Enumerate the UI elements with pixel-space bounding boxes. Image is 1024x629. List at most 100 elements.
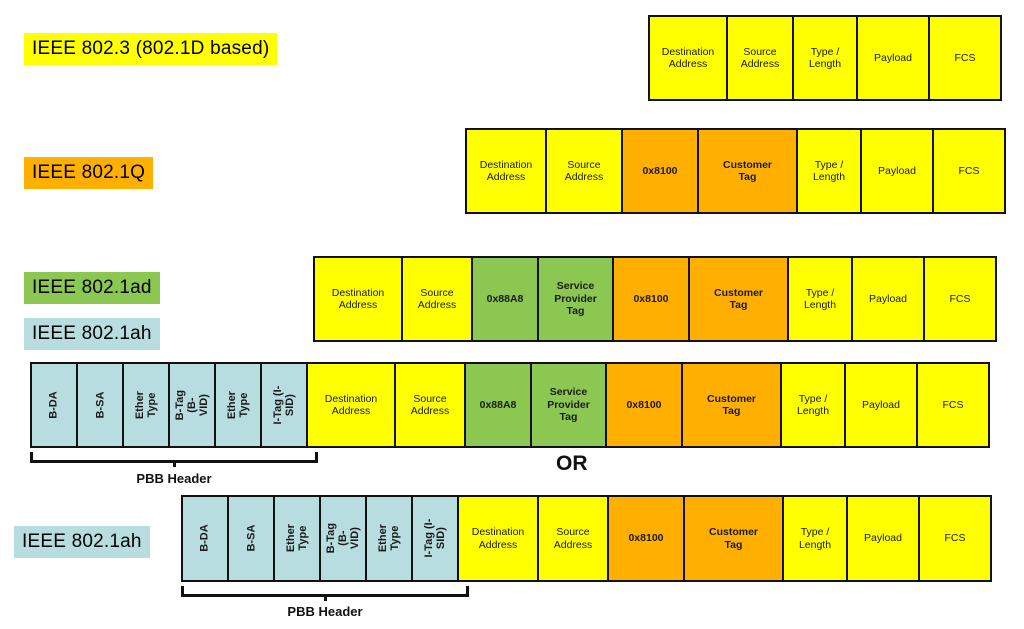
frame-row-ieee-802-1q: Destination Address Source Address 0x8100 C… — [465, 128, 1006, 214]
field-label: Ether Type — [284, 524, 309, 553]
field-ethertype-8100: 0x8100 — [612, 256, 690, 342]
frame-row-ieee-802-1ah-bottom: B-DA B-SA Ether Type B-Tag (B- VID) Ether Ty… — [181, 495, 992, 582]
standard-label-ieee-802-1ah-top: IEEE 802.1ah — [24, 318, 160, 350]
field-label: FCS — [949, 292, 971, 305]
field-label: Type / Length — [798, 526, 832, 551]
field-label: Source Address — [417, 286, 457, 311]
field-label: B-SA — [244, 525, 257, 552]
field-b-tag: B-Tag (B- VID) — [319, 495, 367, 582]
field-payload: Payload — [846, 495, 920, 582]
field-label: Destination Address — [471, 526, 525, 551]
field-label: Destination Address — [479, 158, 533, 183]
bracket-pbb-header-bottom — [181, 586, 469, 601]
field-label: I-Tag (I-SID) — [271, 385, 296, 425]
field-payload: Payload — [860, 128, 934, 214]
field-label: Type / Length — [812, 158, 846, 183]
field-label: Customer Tag — [708, 526, 758, 551]
field-label: Customer Tag — [713, 286, 763, 311]
field-type-length: Type / Length — [780, 362, 846, 448]
field-label: B-Tag (B- VID) — [324, 523, 362, 554]
field-ether-type-1: Ether Type — [122, 362, 170, 448]
standard-label-ieee-802-3: IEEE 802.3 (802.1D based) — [24, 33, 278, 65]
field-ethertype-8100: 0x8100 — [605, 362, 683, 448]
field-label: B-DA — [47, 391, 60, 419]
field-label: Source Address — [410, 392, 450, 417]
field-label: 0x8100 — [628, 532, 664, 545]
field-type-length: Type / Length — [792, 15, 858, 101]
field-destination-address: Destination Address — [306, 362, 396, 448]
field-destination-address: Destination Address — [457, 495, 539, 582]
field-label: Destination Address — [324, 392, 378, 417]
field-label: Ether Type — [225, 390, 250, 420]
frame-row-ieee-802-1ah-top: B-DA B-SA Ether Type B-Tag (B- VID) Ether Ty… — [30, 362, 990, 448]
field-label: Payload — [869, 292, 907, 305]
bracket-pbb-header-top — [30, 452, 318, 467]
field-customer-tag: Customer Tag — [688, 256, 789, 342]
field-label: B-Tag (B- VID) — [173, 389, 211, 421]
field-label: Type / Length — [803, 286, 837, 311]
field-b-da: B-DA — [181, 495, 229, 582]
field-label: Payload — [878, 164, 916, 177]
field-service-provider-tag: Service Provider Tag — [530, 362, 607, 448]
field-i-tag: I-Tag (I-SID) — [260, 362, 308, 448]
field-ethertype-8100: 0x8100 — [621, 128, 699, 214]
field-customer-tag: Customer Tag — [681, 362, 782, 448]
field-destination-address: Destination Address — [648, 15, 728, 101]
bracket-label-pbb-header-bottom: PBB Header — [287, 604, 363, 619]
field-label: Ether Type — [376, 524, 401, 553]
field-label: Source Address — [740, 45, 780, 70]
field-type-length: Type / Length — [782, 495, 848, 582]
bracket-tick — [323, 594, 327, 601]
field-fcs: FCS — [916, 362, 990, 448]
field-label: FCS — [944, 532, 966, 545]
field-label: Destination Address — [661, 45, 715, 70]
field-label: Service Provider Tag — [547, 386, 590, 424]
bracket-label-pbb-header-top: PBB Header — [136, 471, 212, 486]
field-b-tag: B-Tag (B- VID) — [168, 362, 216, 448]
field-source-address: Source Address — [545, 128, 623, 214]
field-b-sa: B-SA — [227, 495, 275, 582]
field-ether-type-2: Ether Type — [214, 362, 262, 448]
field-payload: Payload — [844, 362, 918, 448]
bracket-tick — [172, 460, 176, 467]
or-separator-label: OR — [556, 452, 588, 475]
field-label: 0x8100 — [626, 398, 662, 411]
field-fcs: FCS — [918, 495, 992, 582]
frame-row-ieee-802-3: Destination Address Source Address Type / … — [648, 15, 1002, 101]
field-customer-tag: Customer Tag — [683, 495, 784, 582]
field-fcs: FCS — [923, 256, 997, 342]
field-label: Service Provider Tag — [554, 280, 597, 318]
field-fcs: FCS — [928, 15, 1002, 101]
field-payload: Payload — [856, 15, 930, 101]
field-source-address: Source Address — [726, 15, 794, 101]
diagram-canvas: IEEE 802.3 (802.1D based) IEEE 802.1Q IEEE… — [0, 0, 1024, 629]
field-label: Source Address — [564, 158, 604, 183]
field-label: Payload — [862, 398, 900, 411]
field-label: 0x88A8 — [479, 398, 517, 411]
field-label: Type / Length — [808, 45, 842, 70]
standard-label-ieee-802-1q: IEEE 802.1Q — [24, 157, 154, 189]
field-label: FCS — [958, 164, 980, 177]
field-label: Payload — [864, 532, 902, 545]
field-b-da: B-DA — [30, 362, 78, 448]
field-label: Customer Tag — [706, 392, 756, 417]
field-label: Payload — [874, 51, 912, 64]
field-label: B-SA — [93, 391, 106, 419]
standard-label-ieee-802-1ad: IEEE 802.1ad — [24, 272, 160, 304]
field-label: Type / Length — [796, 392, 830, 417]
field-ether-type-2: Ether Type — [365, 495, 413, 582]
field-label: 0x88A8 — [486, 292, 524, 305]
field-label: B-DA — [198, 524, 211, 553]
field-type-length: Type / Length — [787, 256, 853, 342]
field-fcs: FCS — [932, 128, 1006, 214]
field-ethertype-8100: 0x8100 — [607, 495, 685, 582]
field-service-provider-tag: Service Provider Tag — [537, 256, 614, 342]
field-ethertype-88a8: 0x88A8 — [464, 362, 532, 448]
field-label: FCS — [954, 51, 976, 64]
field-ether-type-1: Ether Type — [273, 495, 321, 582]
field-label: Destination Address — [331, 286, 385, 311]
field-destination-address: Destination Address — [313, 256, 403, 342]
field-label: Customer Tag — [722, 158, 772, 183]
field-label: 0x8100 — [642, 164, 678, 177]
field-source-address: Source Address — [394, 362, 466, 448]
